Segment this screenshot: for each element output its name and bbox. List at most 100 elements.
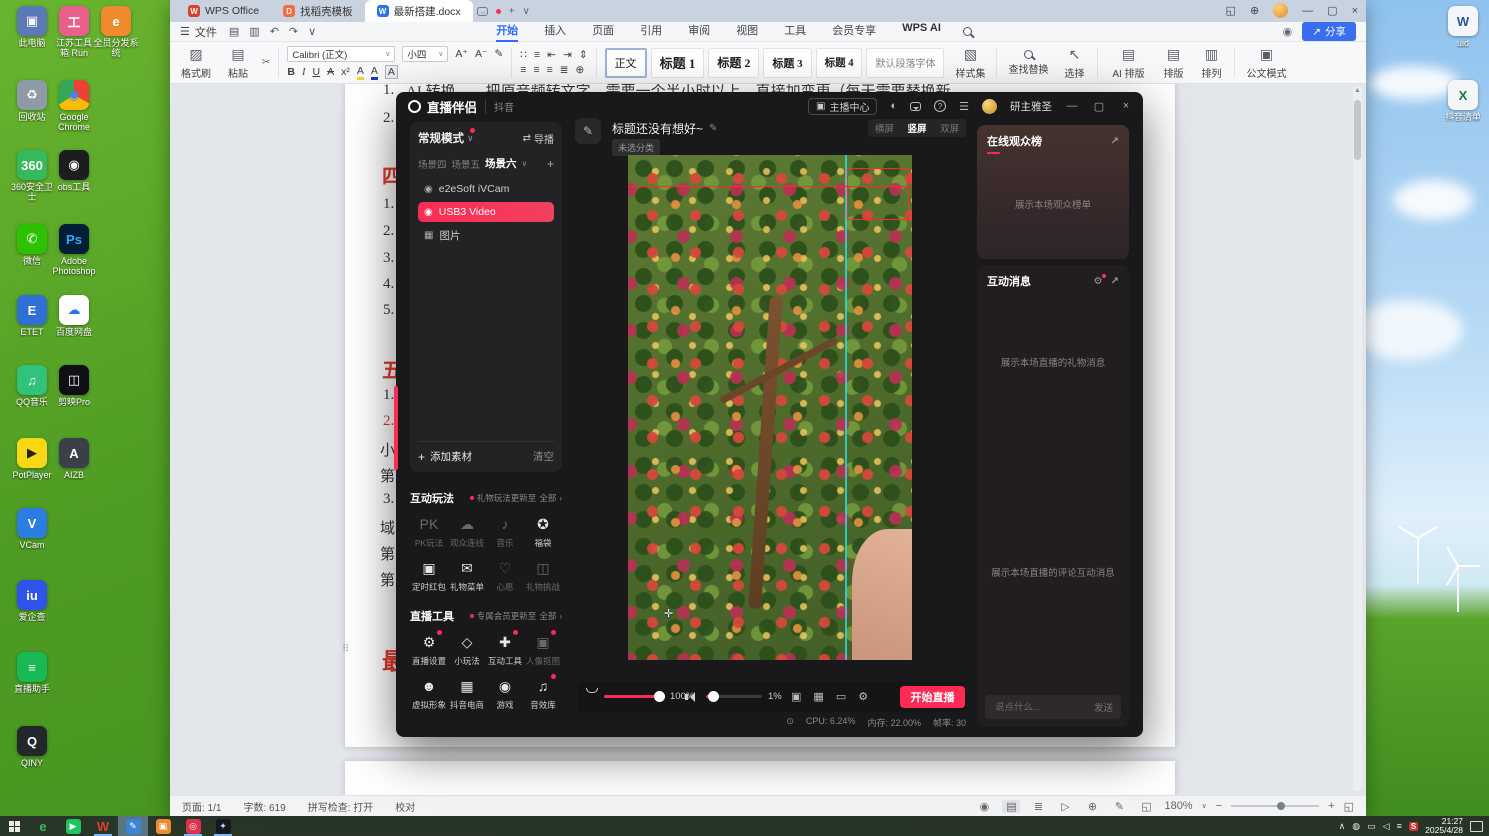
- print-icon[interactable]: ▥: [249, 25, 259, 38]
- fit-page-icon[interactable]: ◱: [1137, 800, 1155, 813]
- wps-minimize-button[interactable]: —: [1302, 5, 1313, 17]
- zoom-chevron[interactable]: ∨: [1202, 802, 1207, 810]
- taskbar-app-icon[interactable]: ◎: [178, 816, 208, 836]
- chat-input-box[interactable]: 发送: [985, 695, 1121, 719]
- taskbar-app-icon[interactable]: ✎: [118, 816, 148, 836]
- mode-select[interactable]: 常规模式: [418, 130, 464, 146]
- scene-tab[interactable]: 场景四: [418, 157, 447, 171]
- share-button[interactable]: ↗ 分享: [1302, 22, 1356, 41]
- speaker-icon[interactable]: [685, 692, 695, 702]
- scene-layout-icon[interactable]: ▦: [813, 690, 823, 703]
- increase-font-icon[interactable]: A⁺: [455, 48, 468, 60]
- file-menu[interactable]: 文件: [195, 24, 217, 40]
- play-item[interactable]: ✪ 福袋: [524, 514, 562, 549]
- redo-icon[interactable]: ↷: [289, 25, 298, 38]
- docked-panel-strip[interactable]: [394, 386, 398, 470]
- taskbar-app-icon[interactable]: ▣: [148, 816, 178, 836]
- live-close-button[interactable]: ×: [1119, 100, 1133, 112]
- arrange-button[interactable]: ▥ 排列: [1196, 46, 1226, 80]
- desktop-icon[interactable]: ♻ 回收站: [10, 80, 54, 122]
- selection-rectangle[interactable]: [847, 168, 909, 220]
- document-tab[interactable]: W WPS Office: [176, 0, 271, 22]
- wps-close-button[interactable]: ×: [1352, 5, 1358, 17]
- live-minimize-button[interactable]: —: [1065, 100, 1079, 112]
- tool-item[interactable]: ▦ 抖音电商: [448, 676, 486, 711]
- play-view-icon[interactable]: ▷: [1056, 800, 1074, 813]
- tools-update-link[interactable]: 专属会员更新至 全部 ›: [469, 610, 562, 622]
- comment-icon[interactable]: [476, 6, 488, 16]
- desktop-icon[interactable]: X 抖音清单: [1441, 80, 1485, 122]
- edit-mode-icon[interactable]: ✎: [1110, 800, 1128, 813]
- stream-title[interactable]: 标题还没有想好~: [612, 120, 703, 137]
- strikethrough-button[interactable]: A: [327, 66, 334, 78]
- play-item[interactable]: ☁ 观众连线: [448, 514, 486, 549]
- orientation-option[interactable]: 横屏: [868, 121, 901, 135]
- desktop-icon[interactable]: W uid: [1441, 6, 1485, 48]
- font-size-select[interactable]: 小四 ∨: [402, 45, 449, 62]
- stream-settings-icon[interactable]: ⚙: [858, 690, 868, 703]
- page-view-icon[interactable]: ▤: [1002, 799, 1021, 813]
- desktop-icon[interactable]: E ETET: [10, 295, 54, 337]
- undo-icon[interactable]: ↶: [270, 25, 279, 38]
- ribbon-menu-tab[interactable]: 会员专享: [832, 22, 876, 42]
- style-chip[interactable]: 正文: [604, 47, 647, 78]
- help-icon[interactable]: ?: [934, 100, 947, 112]
- ribbon-menu-tab[interactable]: 页面: [592, 22, 614, 42]
- save-icon[interactable]: ▤: [229, 25, 239, 38]
- ime-indicator[interactable]: S: [1408, 821, 1419, 831]
- clock[interactable]: 21:27 2025/4/28: [1425, 816, 1463, 836]
- wps-maximize-button[interactable]: ▢: [1327, 4, 1337, 17]
- skin-icon[interactable]: ⊕: [1250, 4, 1259, 17]
- desktop-icon[interactable]: Q QINY: [10, 726, 54, 768]
- layout-button[interactable]: ▤ 排版: [1158, 46, 1188, 80]
- tool-item[interactable]: ⚙ 直播设置: [410, 630, 448, 667]
- director-button[interactable]: ⇄ 导播: [523, 131, 554, 146]
- find-replace-button[interactable]: 查找替换: [1005, 49, 1051, 76]
- source-item[interactable]: ▦ 图片: [418, 225, 554, 245]
- align-right-button[interactable]: ≡: [547, 64, 553, 76]
- more-chevron-icon[interactable]: ∨: [308, 25, 316, 38]
- tool-item[interactable]: ☻ 虚拟形象: [410, 676, 448, 711]
- source-item[interactable]: ◉ USB3 Video: [418, 202, 554, 222]
- play-item[interactable]: ✉ 礼物菜单: [448, 558, 486, 593]
- tool-item[interactable]: ◉ 游戏: [486, 676, 524, 711]
- underline-button[interactable]: U: [312, 66, 320, 78]
- desktop-icon[interactable]: 工 江苏工具箱 Run: [52, 6, 96, 59]
- source-item[interactable]: ◉ e2eSoft iVCam: [418, 179, 554, 199]
- ribbon-menu-tab[interactable]: 审阅: [688, 22, 710, 42]
- outline-view-icon[interactable]: ≣: [1029, 800, 1047, 813]
- desktop-icon[interactable]: e 全员分发系统 Windows…: [93, 6, 139, 60]
- play-item[interactable]: ♡ 心愿: [486, 558, 524, 593]
- scene-chevron-icon[interactable]: ∨: [522, 159, 528, 168]
- desktop-icon[interactable]: ◉ Google Chrome: [52, 80, 96, 133]
- tray-icon[interactable]: ◁: [1383, 821, 1390, 832]
- ribbon-menu-tab[interactable]: 开始: [496, 22, 519, 42]
- desktop-icon[interactable]: ▣ 此电脑: [10, 6, 54, 48]
- workspace-icon[interactable]: ◱: [1226, 4, 1236, 17]
- style-chip[interactable]: 标题 2: [708, 47, 760, 78]
- desktop-icon[interactable]: 360 360安全卫士: [10, 150, 54, 203]
- desktop-icon[interactable]: A AIZB: [52, 438, 96, 480]
- desktop-icon[interactable]: ✆ 微信: [10, 224, 54, 266]
- ribbon-menu-tab[interactable]: 视图: [736, 22, 758, 42]
- scroll-up-arrow[interactable]: ▲: [1353, 87, 1362, 94]
- taskbar-app-icon[interactable]: W: [88, 816, 118, 836]
- play-update-link[interactable]: 礼物玩法更新至 全部 ›: [469, 492, 562, 504]
- align-center-button[interactable]: ≡: [533, 64, 539, 76]
- tray-icon[interactable]: ≡: [1397, 821, 1402, 832]
- style-set-button[interactable]: ▧ 样式集: [952, 46, 988, 80]
- document-page-next[interactable]: [345, 761, 1175, 795]
- tray-icon[interactable]: ▭: [1367, 821, 1376, 832]
- send-button[interactable]: 发送: [1094, 700, 1113, 714]
- username[interactable]: 研主雅圣: [1010, 99, 1052, 114]
- play-item[interactable]: ♪ 音乐: [486, 514, 524, 549]
- spell-check[interactable]: 拼写检查: 打开: [308, 799, 374, 814]
- document-tab[interactable]: W 最新搭建.docx: [364, 0, 473, 22]
- document-scrollbar[interactable]: ▲: [1353, 86, 1362, 791]
- messages-pop-out-icon[interactable]: ↗: [1111, 276, 1119, 287]
- ribbon-menu-tab[interactable]: 引用: [640, 22, 662, 42]
- speaker-volume-slider[interactable]: [706, 691, 762, 702]
- outdent-button[interactable]: ⇤: [547, 49, 556, 61]
- desktop-icon[interactable]: ◉ obs工具: [52, 150, 96, 192]
- font-color-button[interactable]: A: [370, 65, 378, 80]
